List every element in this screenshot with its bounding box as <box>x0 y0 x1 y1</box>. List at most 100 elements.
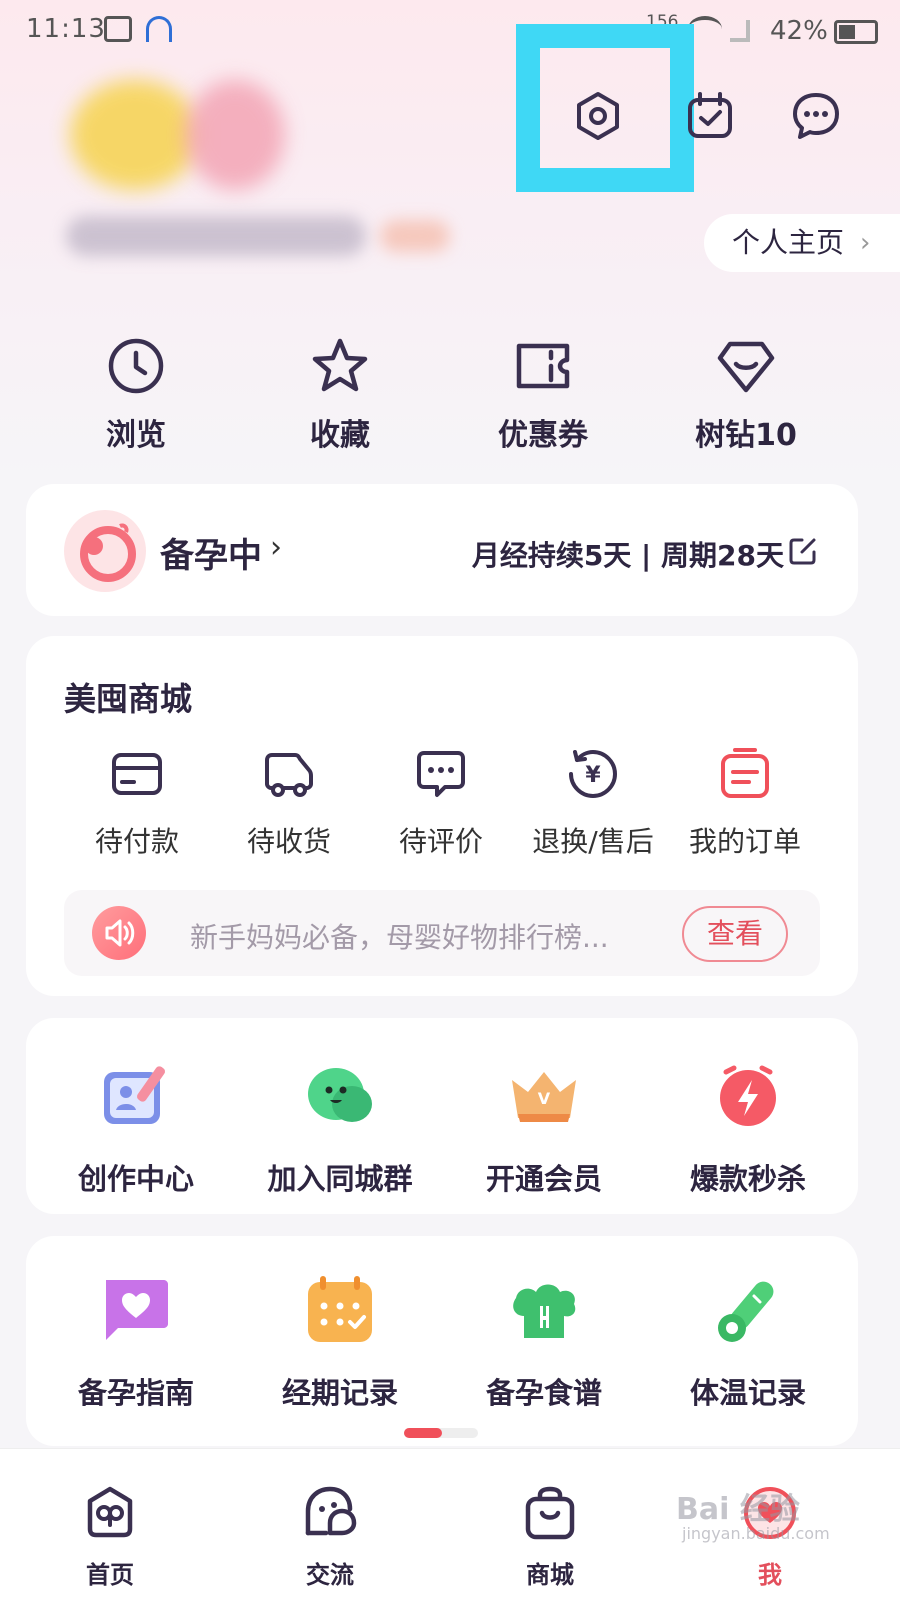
status-time: 11:13 <box>26 14 106 44</box>
speaker-icon <box>92 906 146 960</box>
diamond-icon <box>717 341 775 393</box>
order-refund[interactable]: ¥ 退换/售后 <box>518 746 668 860</box>
feature-flash-sale[interactable]: 爆款秒杀 <box>658 1058 838 1198</box>
nav-home-label: 首页 <box>86 1561 134 1589</box>
message-icon <box>793 93 839 139</box>
feature-creation-center-label: 创作中心 <box>77 1162 194 1196</box>
message-button[interactable] <box>788 88 844 144</box>
chevron-right-icon: › <box>270 530 282 565</box>
pregnancy-logo-icon <box>64 510 146 592</box>
feature-card-2: 备孕指南 经期记录 备孕食谱 体温记录 <box>26 1236 858 1446</box>
avatar-secondary[interactable] <box>185 80 285 190</box>
checkin-button[interactable] <box>682 88 738 144</box>
nav-home[interactable]: 首页 <box>50 1483 170 1590</box>
quick-coupons-label: 优惠券 <box>498 418 588 453</box>
feature-period-record[interactable]: 经期记录 <box>250 1272 430 1412</box>
watermark-url: jingyan.baidu.com <box>682 1524 830 1543</box>
comment-icon <box>417 751 465 797</box>
quick-links: 浏览 收藏 优惠券 树钻10 <box>0 336 900 456</box>
shop-title: 美囤商城 <box>64 680 193 718</box>
order-pending-payment[interactable]: 待付款 <box>62 746 212 860</box>
nav-shop[interactable]: 商城 <box>490 1483 610 1590</box>
chat-bubble-icon <box>308 1068 372 1122</box>
feature-join-city-group[interactable]: 加入同城群 <box>250 1058 430 1198</box>
view-button[interactable]: 查看 <box>682 906 788 962</box>
quick-diamonds[interactable]: 树钻10 <box>666 336 826 454</box>
quick-favorites-label: 收藏 <box>310 418 370 453</box>
order-refund-label: 退换/售后 <box>532 825 654 858</box>
settings-button[interactable] <box>570 88 626 144</box>
nav-community[interactable]: 交流 <box>270 1483 390 1590</box>
feature-pregnancy-guide[interactable]: 备孕指南 <box>46 1272 226 1412</box>
svg-text:¥: ¥ <box>585 763 601 788</box>
order-shortcuts: 待付款 待收货 待评价 ¥ 退换/售后 我的订单 <box>26 746 858 858</box>
card-icon <box>112 753 162 795</box>
order-pending-payment-label: 待付款 <box>94 825 179 858</box>
personal-homepage-button[interactable]: 个人主页 › <box>704 214 900 272</box>
chef-hat-icon <box>513 1284 576 1338</box>
feature-creation-center[interactable]: 创作中心 <box>46 1058 226 1198</box>
cell-signal-icon <box>730 20 750 42</box>
settings-icon <box>577 92 619 140</box>
chat-icon <box>305 1486 357 1536</box>
feature-pregnancy-recipes[interactable]: 备孕食谱 <box>454 1272 634 1412</box>
refund-icon: ¥ <box>569 749 618 799</box>
crown-icon: V <box>512 1072 576 1122</box>
pregnancy-status-title: 备孕中 <box>160 536 262 576</box>
notice-text: 新手妈妈必备，母婴好物排行榜... <box>190 921 609 954</box>
my-orders-label: 我的订单 <box>688 825 801 858</box>
quick-diamonds-label: 树钻10 <box>695 418 797 453</box>
clock-icon <box>108 338 164 394</box>
quick-coupons[interactable]: 优惠券 <box>463 336 623 454</box>
bag-icon <box>525 1486 575 1540</box>
quick-browse[interactable]: 浏览 <box>56 336 216 454</box>
pregnancy-status-card[interactable]: 备孕中 › 月经持续5天 | 周期28天 <box>26 484 858 616</box>
nav-me-label: 我 <box>758 1561 782 1589</box>
page-indicator <box>404 1428 478 1438</box>
calendar-check-icon <box>308 1276 372 1342</box>
username[interactable] <box>66 216 366 256</box>
order-pending-receipt[interactable]: 待收货 <box>214 746 364 860</box>
personal-homepage-label: 个人主页 <box>732 226 845 259</box>
shop-notice[interactable]: 新手妈妈必备，母婴好物排行榜... 查看 <box>64 890 820 976</box>
thermometer-icon <box>718 1281 774 1342</box>
truck-icon <box>265 753 313 797</box>
nav-shop-label: 商城 <box>526 1561 574 1589</box>
calendar-check-icon <box>688 92 732 138</box>
feature-become-member-label: 开通会员 <box>485 1162 602 1196</box>
feature-temperature-record-label: 体温记录 <box>689 1376 806 1410</box>
watermark-brand: Bai 经验 <box>676 1492 800 1527</box>
avatar[interactable] <box>70 80 200 190</box>
battery-icon <box>834 20 878 44</box>
feature-period-record-label: 经期记录 <box>281 1376 398 1410</box>
vibrate-icon <box>104 16 132 42</box>
user-level-badge <box>380 220 450 252</box>
feature-card-1: 创作中心 加入同城群 V 开通会员 爆款秒杀 <box>26 1018 858 1214</box>
heart-flag-icon <box>106 1280 168 1340</box>
nav-community-label: 交流 <box>306 1561 354 1589</box>
order-pending-review-label: 待评价 <box>398 825 483 858</box>
headphone-icon <box>146 16 172 42</box>
quick-favorites[interactable]: 收藏 <box>260 336 420 454</box>
status-bar: 11:13 156 42% <box>0 0 900 64</box>
edit-icon[interactable] <box>788 536 818 566</box>
feature-pregnancy-guide-label: 备孕指南 <box>77 1376 194 1410</box>
shop-card: 美囤商城 待付款 待收货 待评价 ¥ 退换/售后 我的订单 新手妈妈必备，母婴好… <box>26 636 858 996</box>
svg-text:V: V <box>538 1089 551 1108</box>
quick-browse-label: 浏览 <box>106 418 166 453</box>
feature-pregnancy-recipes-label: 备孕食谱 <box>485 1376 602 1410</box>
order-pending-review[interactable]: 待评价 <box>366 746 516 860</box>
feature-flash-sale-label: 爆款秒杀 <box>689 1162 806 1196</box>
star-icon <box>312 338 368 392</box>
lightning-clock-icon <box>720 1065 776 1126</box>
order-pending-receipt-label: 待收货 <box>246 825 331 858</box>
feature-become-member[interactable]: V 开通会员 <box>454 1058 634 1198</box>
feature-join-city-group-label: 加入同城群 <box>267 1162 413 1196</box>
feature-temperature-record[interactable]: 体温记录 <box>658 1272 838 1412</box>
home-icon <box>87 1486 133 1538</box>
coupon-icon <box>516 343 570 389</box>
chevron-right-icon: › <box>860 228 871 258</box>
order-icon <box>721 748 769 798</box>
my-orders[interactable]: 我的订单 <box>670 746 820 860</box>
battery-percent: 42% <box>770 16 828 46</box>
